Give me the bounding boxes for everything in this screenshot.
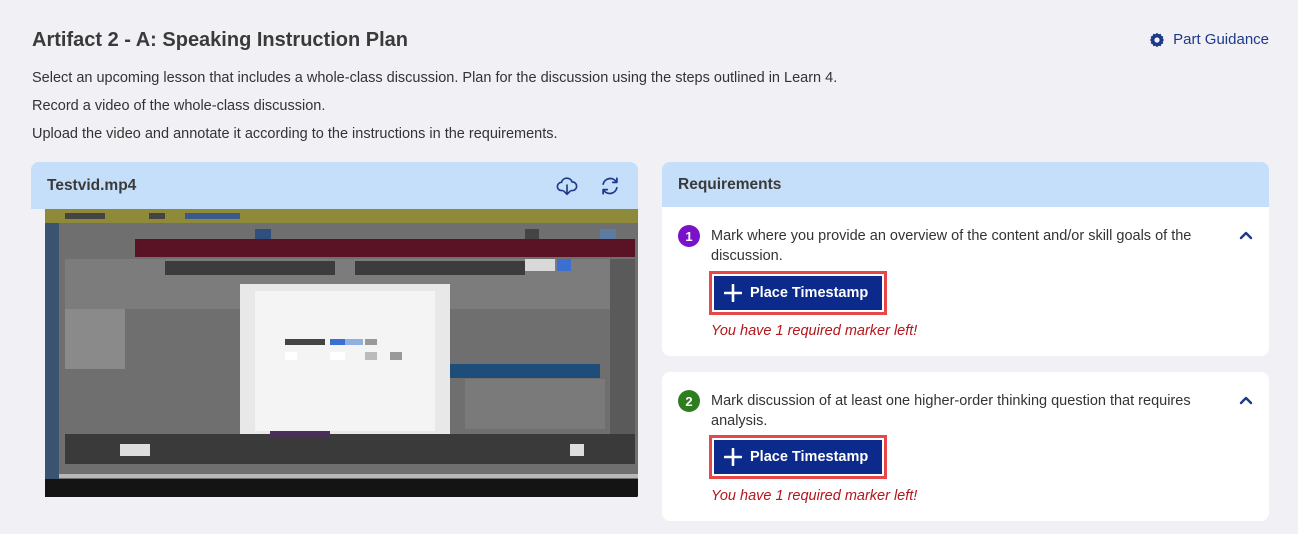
requirement-warning-1: You have 1 required marker left! [711,323,918,339]
requirement-warning-2: You have 1 required marker left! [711,488,918,504]
video-panel: Testvid.mp4 [31,162,638,502]
chevron-up-icon[interactable] [1239,393,1253,407]
place-timestamp-button-2[interactable]: Place Timestamp [714,440,882,474]
requirement-number-2: 2 [678,390,700,412]
requirements-panel: Requirements 1 Mark where you provide an… [662,162,1269,521]
instruction-line-3: Upload the video and annotate it accordi… [32,126,558,142]
requirement-text-1: Mark where you provide an overview of th… [711,228,1192,264]
plus-icon [724,284,742,302]
timestamp-button-highlight-1: Place Timestamp [709,271,887,315]
requirement-number-1: 1 [678,225,700,247]
part-guidance-link[interactable]: Part Guidance [1149,31,1269,48]
plus-icon [724,448,742,466]
video-player[interactable] [45,209,638,497]
page-title: Artifact 2 - A: Speaking Instruction Pla… [32,29,408,51]
page: Artifact 2 - A: Speaking Instruction Pla… [0,0,1298,534]
timestamp-button-highlight-2: Place Timestamp [709,435,887,479]
video-panel-header: Testvid.mp4 [31,162,638,209]
cloud-download-icon [556,176,578,195]
place-timestamp-label-2: Place Timestamp [750,449,869,465]
requirement-item-2: 2 Mark discussion of at least one higher… [662,372,1269,521]
refresh-button[interactable] [598,174,622,198]
refresh-icon [602,176,618,195]
requirement-text-2: Mark discussion of at least one higher-o… [711,393,1191,429]
requirement-item-1: 1 Mark where you provide an overview of … [662,207,1269,356]
instruction-line-1: Select an upcoming lesson that includes … [32,70,838,86]
place-timestamp-label-1: Place Timestamp [750,285,869,301]
requirements-header: Requirements [662,162,1269,207]
place-timestamp-button-1[interactable]: Place Timestamp [714,276,882,310]
part-guidance-label: Part Guidance [1173,31,1269,48]
instruction-line-2: Record a video of the whole-class discus… [32,98,326,114]
chevron-up-icon[interactable] [1239,228,1253,242]
video-filename: Testvid.mp4 [47,176,137,194]
download-button[interactable] [555,174,579,198]
gear-icon [1149,32,1165,47]
video-frame [45,209,638,497]
